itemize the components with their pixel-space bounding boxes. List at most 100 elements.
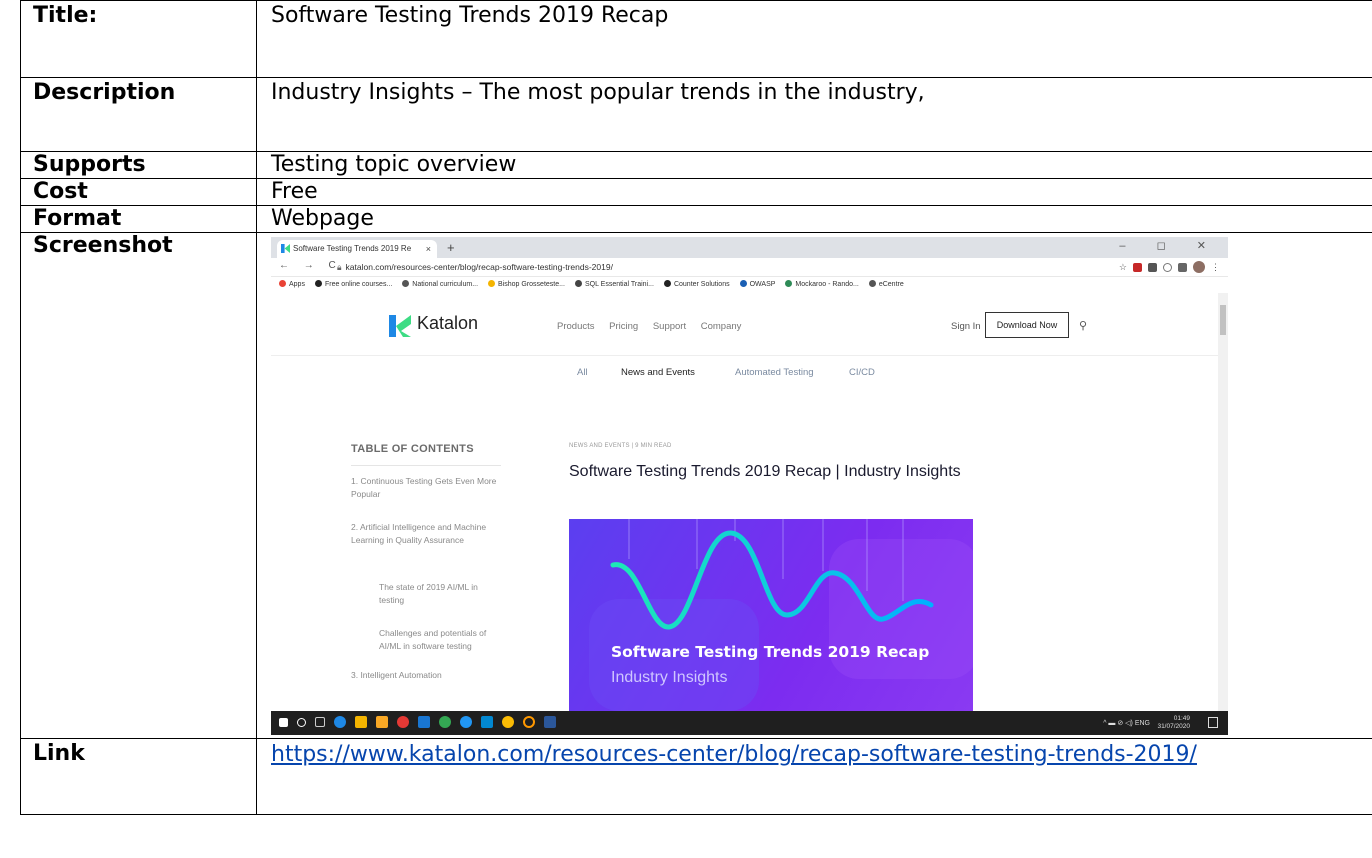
bookmark-label: Counter Solutions [673,281,730,288]
new-tab-icon[interactable]: + [447,240,455,255]
bookmark-label: SQL Essential Traini... [584,281,654,288]
toc-item-1[interactable]: 1. Continuous Testing Gets Even More Pop… [351,475,511,501]
cost-label: Cost [33,179,88,204]
bookmark-favicon-icon [868,280,876,287]
menu-support[interactable]: Support [653,321,686,332]
clock-date: 31/07/2020 [1157,723,1190,730]
description-label: Description [33,80,176,105]
window-controls[interactable]: – ◻ ✕ [1119,239,1220,252]
menu-pricing[interactable]: Pricing [609,321,638,332]
screenshot-cell: Software Testing Trends 2019 Re × + – ◻ … [256,232,1372,739]
cost-value: Free [271,179,318,204]
chrome-icon-2[interactable] [502,716,514,728]
cost-label-cell: Cost [20,178,257,206]
task-view-icon[interactable] [315,717,325,727]
clock[interactable]: 01:49 31/07/2020 [1157,715,1190,731]
extension-icon[interactable] [1148,262,1157,272]
menu-company[interactable]: Company [701,321,742,332]
article-title: Software Testing Trends 2019 Recap | Ind… [569,463,961,480]
bookmark-favicon-icon [663,280,671,287]
supports-value-cell: Testing topic overview [256,151,1372,179]
toc-item-2[interactable]: 2. Artificial Intelligence and Machine L… [351,521,511,547]
link-label: Link [33,741,85,766]
category-news-and-events[interactable]: News and Events [621,367,695,378]
nav-buttons[interactable]: ← → C [279,260,342,271]
bookmark-label: Free online courses... [324,281,393,288]
katalon-favicon-icon [281,244,290,253]
search-circle-icon[interactable] [297,717,306,727]
app-icon-red[interactable] [397,716,409,728]
brand-name[interactable]: Katalon [417,313,478,334]
browser-tab[interactable]: Software Testing Trends 2019 Re × [277,240,437,258]
tab-strip: Software Testing Trends 2019 Re × + – ◻ … [271,237,1228,258]
app-icon-orange[interactable] [523,716,535,728]
category-tabs: All News and Events Automated Testing CI… [271,355,1218,395]
screenshot-label-cell: Screenshot [20,232,257,739]
title-label: Title: [33,3,98,28]
bookmark-item[interactable]: OWASP [739,277,775,293]
system-tray-icons[interactable]: ^ ▬ ⊘ ◁) ENG [1103,719,1150,727]
bookmarks-bar: Apps Free online courses... National curri… [271,277,1228,294]
outlook-icon[interactable] [418,716,430,728]
toc-item-2b[interactable]: Challenges and potentials of AI/ML in so… [379,627,504,653]
description-value: Industry Insights – The most popular tre… [271,80,925,105]
search-icon[interactable]: ⚲ [1079,319,1087,332]
bookmark-item[interactable]: SQL Essential Traini... [574,277,654,293]
page-scrollbar[interactable] [1218,293,1228,711]
category-ci-cd[interactable]: CI/CD [849,367,875,378]
bookmark-item[interactable]: Bishop Grosseteste... [488,277,565,293]
katalon-webpage: Katalon Products Pricing Support Company… [271,293,1218,711]
bookmark-favicon-icon [574,280,582,287]
address-bar[interactable]: 🔒︎ katalon.com/resources-center/blog/reca… [337,260,613,274]
star-icon[interactable]: ☆ [1119,262,1127,272]
clock-time: 01:49 [1173,715,1190,722]
avatar-icon[interactable] [1193,261,1205,273]
notification-icon[interactable] [1208,717,1218,728]
bookmark-favicon-icon [739,280,747,287]
lock-icon: 🔒︎ [337,262,342,272]
menu-kebab-icon[interactable]: ⋮ [1211,262,1220,272]
chrome-icon[interactable] [439,716,451,728]
store-icon[interactable] [355,716,367,728]
katalon-logo-icon[interactable] [389,315,411,337]
format-label-cell: Format [20,205,257,233]
toc-divider [351,465,501,466]
tab-close-icon[interactable]: × [426,240,431,258]
bookmark-label: eCentre [878,281,904,288]
mail-icon[interactable] [481,716,493,728]
puzzle-icon[interactable] [1178,262,1187,272]
explorer-icon[interactable] [376,716,388,728]
taskbar-icons [279,716,556,728]
app-icon-blue[interactable] [460,716,472,728]
category-all[interactable]: All [577,367,588,378]
windows-start-icon[interactable] [279,717,288,727]
menu-products[interactable]: Products [557,321,595,332]
category-automated-testing[interactable]: Automated Testing [735,367,814,378]
hero-title: Software Testing Trends 2019 Recap [611,643,930,661]
sign-in-link[interactable]: Sign In [951,321,981,332]
bookmark-item[interactable]: Apps [279,277,305,293]
resource-link[interactable]: https://www.katalon.com/resources-center… [257,739,1372,768]
format-value-cell: Webpage [256,205,1372,233]
site-header: Katalon Products Pricing Support Company… [271,293,1218,356]
bookmark-item[interactable]: National curriculum... [402,277,478,293]
bookmark-label: National curriculum... [412,281,479,288]
extension-icons: ☆ ⋮ [1119,261,1220,273]
bookmark-item[interactable]: Mockaroo - Rando... [785,277,859,293]
toc-item-2a[interactable]: The state of 2019 AI/ML in testing [379,581,504,607]
tab-title: Software Testing Trends 2019 Re [293,244,412,253]
opera-icon[interactable] [1163,262,1172,272]
apps-grid-icon [279,280,286,287]
site-menu: Products Pricing Support Company [557,321,753,332]
bookmark-item[interactable]: Free online courses... [314,277,393,293]
bookmark-item[interactable]: eCentre [868,277,904,293]
pdf-extension-icon[interactable] [1133,262,1142,272]
scrollbar-thumb[interactable] [1220,305,1226,335]
bookmark-item[interactable]: Counter Solutions [663,277,730,293]
edge-icon[interactable] [334,716,346,728]
description-value-cell: Industry Insights – The most popular tre… [256,77,1372,152]
download-now-button[interactable]: Download Now [985,312,1069,338]
word-icon[interactable] [544,716,556,728]
format-value: Webpage [271,206,374,231]
toc-item-3[interactable]: 3. Intelligent Automation [351,669,511,682]
